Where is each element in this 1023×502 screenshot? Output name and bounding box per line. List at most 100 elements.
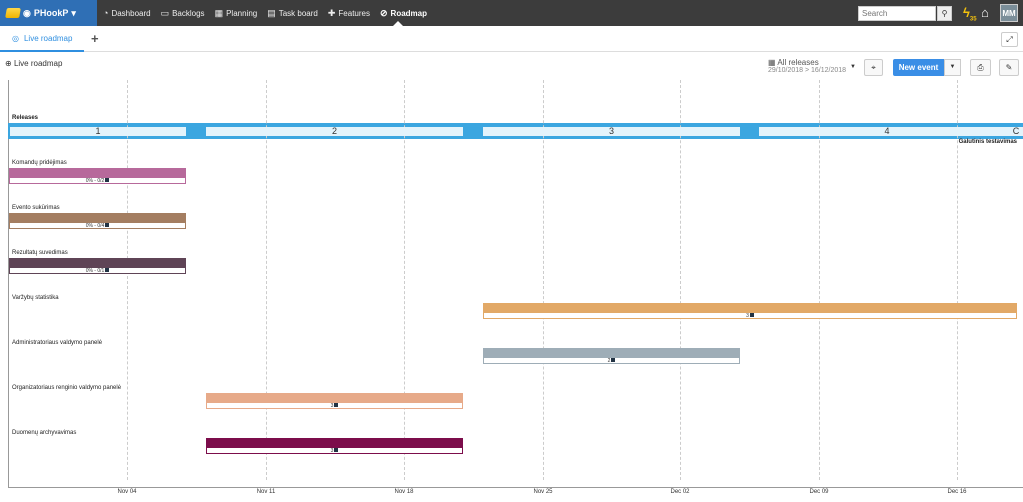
new-event-button[interactable]: New event [893, 59, 944, 76]
progress-icon [334, 448, 339, 452]
x-tick-label: Dec 02 [670, 489, 690, 495]
feature-progress: 3 [206, 402, 463, 409]
row-label: Administratoriaus valdymo panelė [12, 340, 103, 346]
notifications-button[interactable]: ϟ35 [963, 5, 977, 23]
nav-roadmap-label: Roadmap [390, 8, 427, 18]
release-segment[interactable]: 4 [759, 127, 1015, 136]
release-filter-label: All releases [777, 58, 819, 67]
x-tick-label: Dec 16 [947, 489, 967, 495]
feature-bar-fill [206, 438, 463, 447]
crosshair-icon: ⌖ [871, 63, 876, 72]
page-title: ⊕ Live roadmap [5, 59, 62, 68]
new-event-dropdown-button[interactable]: ▼ [944, 59, 961, 76]
board-icon: ▤ [267, 7, 276, 18]
eye-icon: ◉ [23, 7, 31, 18]
x-tick-label: Nov 18 [394, 489, 414, 495]
nav-backlogs[interactable]: ▭ Backlogs [160, 7, 205, 18]
nav-features[interactable]: ✚ Features [328, 8, 370, 18]
avatar[interactable]: MM [1000, 4, 1018, 22]
print-button[interactable]: ⎙ [970, 59, 991, 76]
feature-progress: 0% - 0/4 [9, 222, 186, 229]
top-navbar: ◉ PHookP ▾ ◔ Dashboard ▭ Backlogs ▦ Plannin… [0, 0, 1023, 26]
pencil-icon: ✎ [1005, 63, 1013, 72]
roadmap-chart: Releases Galutinis testavimas Nov 04 Nov … [0, 80, 1023, 502]
feature-bar[interactable]: 2 [483, 348, 740, 364]
feature-bar-fill [206, 393, 463, 402]
inbox-icon: ▭ [160, 7, 170, 18]
feature-bar[interactable]: 3 [483, 303, 1017, 319]
row-label: Rezultatų suvedimas [12, 250, 68, 256]
row-label: Duomenų archyvavimas [12, 430, 77, 436]
x-axis [8, 487, 1023, 488]
app-logo-icon [5, 8, 21, 18]
nav-task-board[interactable]: ▤ Task board [267, 7, 318, 18]
fullscreen-button[interactable]: ⤢ [1001, 32, 1018, 47]
nav-dashboard-label: Dashboard [111, 8, 151, 18]
milestone-label: Galutinis testavimas [958, 139, 1017, 145]
nav-planning[interactable]: ▦ Planning [215, 8, 258, 18]
nav-task-board-label: Task board [278, 8, 318, 18]
gridline [957, 80, 958, 480]
nav-roadmap[interactable]: ⊘ Roadmap [380, 7, 427, 18]
feature-bar-fill [483, 303, 1017, 312]
gridline [819, 80, 820, 480]
gridline [266, 80, 267, 480]
x-tick-label: Dec 09 [809, 489, 829, 495]
release-segment[interactable]: 3 [483, 127, 740, 136]
x-tick-label: Nov 04 [117, 489, 137, 495]
tab-label: Live roadmap [23, 33, 73, 43]
search-icon: ⚲ [941, 9, 948, 18]
feature-bar-fill [9, 258, 186, 267]
dashboard-icon: ◔ [103, 7, 109, 18]
progress-text: 0% - 0/4 [85, 223, 105, 229]
release-segment[interactable]: 2 [206, 127, 463, 136]
bolt-icon: ϟ [963, 5, 970, 20]
progress-icon [611, 358, 616, 362]
progress-icon [105, 178, 110, 182]
nav-features-label: Features [338, 8, 370, 18]
row-label: Organizatoriaus renginio valdymo panelė [12, 385, 122, 391]
feature-bar-fill [9, 213, 186, 222]
gridline [127, 80, 128, 480]
row-label: Varžybų statistika [12, 295, 59, 301]
add-tab-button[interactable]: + [91, 31, 99, 46]
feature-bar[interactable]: 0% - 0/4 [9, 213, 186, 229]
gridline [680, 80, 681, 480]
progress-text: 0% - 0/1 [85, 268, 105, 274]
calendar-icon: ▦ [768, 58, 776, 67]
release-filter[interactable]: ▦ All releases 29/10/2018 > 16/12/2018 [768, 58, 846, 74]
release-filter-caret-icon[interactable]: ▼ [850, 64, 856, 70]
nav-planning-label: Planning [226, 8, 258, 18]
tab-live-roadmap[interactable]: ◎ Live roadmap [0, 26, 84, 52]
feature-bar[interactable]: 0% - 0/1 [9, 258, 186, 274]
project-selector[interactable]: ◉ PHookP ▾ [0, 0, 97, 26]
progress-icon [105, 268, 110, 272]
progress-text: 2 [607, 358, 611, 364]
gridline [404, 80, 405, 480]
feature-bar[interactable]: 3 [206, 438, 463, 454]
release-segment[interactable]: C [1009, 127, 1023, 136]
progress-text: 3 [330, 403, 334, 409]
release-filter-dates: 29/10/2018 > 16/12/2018 [768, 67, 847, 74]
nav-dashboard[interactable]: ◔ Dashboard [103, 7, 151, 18]
feature-progress: 3 [206, 447, 463, 454]
feature-bar[interactable]: 0% - 0/2 [9, 168, 186, 184]
center-view-button[interactable]: ⌖ [864, 59, 883, 76]
progress-icon [749, 313, 754, 317]
search-button[interactable]: ⚲ [937, 6, 952, 21]
row-label: Evento sukūrimas [12, 205, 60, 211]
release-segment[interactable]: 1 [10, 127, 186, 136]
x-tick-label: Nov 25 [533, 489, 553, 495]
feature-bar[interactable]: 3 [206, 393, 463, 409]
progress-icon [334, 403, 339, 407]
project-name: PHookP [33, 8, 69, 18]
page-title-text: Live roadmap [13, 59, 63, 68]
edit-button[interactable]: ✎ [999, 59, 1019, 76]
home-icon[interactable]: ⌂ [981, 5, 989, 20]
compass-icon: ⊘ [380, 7, 388, 18]
print-icon: ⎙ [977, 63, 984, 72]
progress-icon [105, 223, 110, 227]
expand-icon: ⤢ [1006, 35, 1013, 44]
search-input[interactable] [858, 6, 936, 21]
feature-progress: 0% - 0/2 [9, 177, 186, 184]
